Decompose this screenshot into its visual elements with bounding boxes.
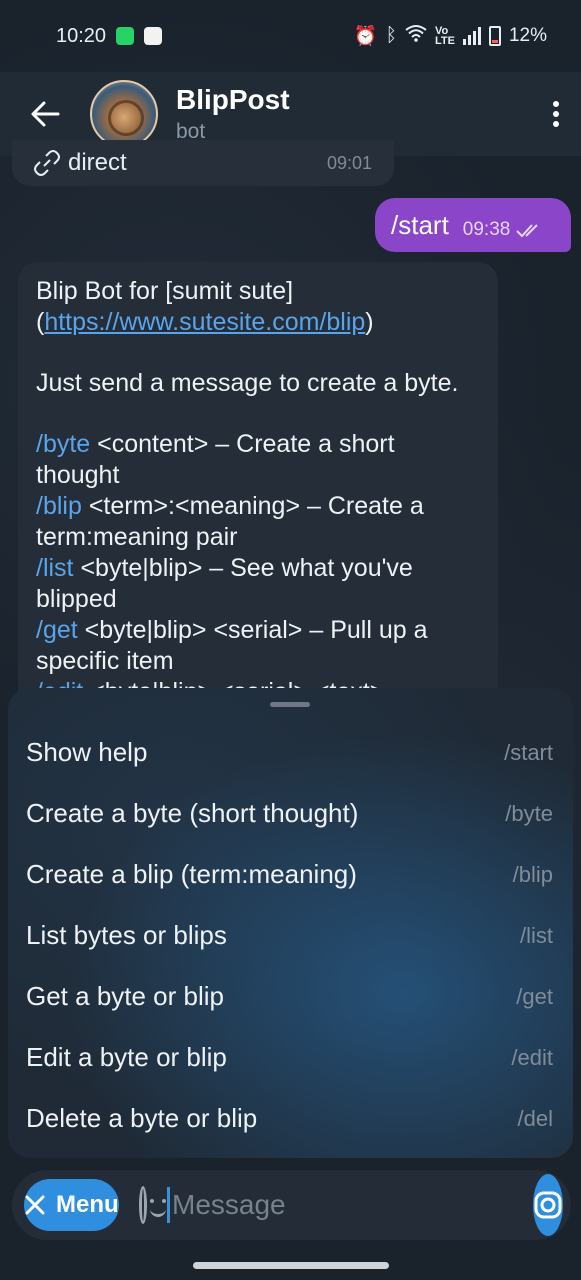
double-check-icon — [516, 224, 539, 238]
bot-command-line: /byte <content> – Create a short thought — [36, 430, 395, 489]
bot-link[interactable]: https://www.sutesite.com/blip — [44, 308, 365, 336]
bot-command-link[interactable]: /list — [36, 554, 74, 582]
emoji-icon[interactable] — [138, 1186, 167, 1224]
command-label: List bytes or blips — [26, 920, 227, 950]
command-item-byte[interactable]: Create a byte (short thought) /byte — [8, 783, 573, 844]
message-bubble-bot[interactable]: Blip Bot for [sumit sute](https://www.su… — [18, 262, 498, 702]
status-time: 10:20 — [56, 24, 107, 47]
bot-line: Just send a message to create a byte. — [36, 369, 459, 397]
command-label: Delete a byte or blip — [26, 1103, 258, 1133]
command-name: /byte — [505, 800, 553, 826]
message-text: direct — [68, 149, 127, 176]
message-input-bar: Menu — [12, 1170, 571, 1240]
bot-command-link[interactable]: /byte — [36, 430, 90, 458]
message-time: 09:38 — [462, 219, 511, 240]
command-item-start[interactable]: Show help /start — [8, 722, 573, 783]
wifi-icon — [405, 24, 427, 48]
command-label: Edit a byte or blip — [26, 1042, 227, 1072]
command-menu-sheet: Show help /start Create a byte (short th… — [8, 688, 573, 1158]
command-label: Show help — [26, 737, 148, 767]
slack-icon — [144, 27, 163, 45]
close-icon — [25, 1195, 45, 1215]
bot-command-line: /blip <term>:<meaning> – Create a term:m… — [36, 492, 424, 551]
bluetooth-icon: ᛒ — [385, 25, 397, 46]
command-item-edit[interactable]: Edit a byte or blip /edit — [8, 1027, 573, 1088]
menu-button-label: Menu — [56, 1191, 119, 1218]
command-label: Get a byte or blip — [26, 981, 224, 1011]
menu-button[interactable]: Menu — [24, 1179, 119, 1231]
volte-icon: Vo LTE — [435, 25, 455, 47]
command-name: /get — [516, 983, 553, 1009]
back-arrow-icon — [31, 101, 60, 127]
avatar[interactable] — [90, 80, 158, 148]
bot-command-link[interactable]: /blip — [36, 492, 82, 520]
command-item-blip[interactable]: Create a blip (term:meaning) /blip — [8, 844, 573, 905]
status-bar: 10:20 ⏰ ᛒ Vo LTE 12% — [0, 0, 581, 72]
chat-title-area[interactable]: BlipPost bot — [176, 84, 531, 144]
alarm-icon: ⏰ — [353, 26, 378, 47]
command-name: /blip — [512, 861, 553, 887]
battery-percent: 12% — [508, 25, 547, 46]
bot-command-link[interactable]: /get — [36, 616, 78, 644]
command-item-list[interactable]: List bytes or blips /list — [8, 905, 573, 966]
message-input[interactable] — [167, 1187, 533, 1223]
message-time: 09:01 — [326, 152, 372, 173]
command-name: /edit — [511, 1044, 553, 1070]
command-name: /start — [504, 739, 553, 765]
command-label: Create a byte (short thought) — [26, 798, 359, 828]
bot-intro: Blip Bot for [sumit sute](https://www.su… — [36, 277, 374, 336]
link-icon — [34, 150, 60, 176]
command-label: Create a blip (term:meaning) — [26, 859, 357, 889]
command-name: /list — [520, 922, 553, 948]
message-text: /start — [391, 209, 449, 240]
chat-title: BlipPost — [176, 84, 290, 115]
sheet-drag-handle[interactable] — [270, 702, 310, 707]
bot-command-line: /get <byte|blip> <serial> – Pull up a sp… — [36, 616, 428, 675]
battery-icon — [488, 26, 501, 46]
bot-command-line: /list <byte|blip> – See what you've blip… — [36, 554, 413, 613]
command-item-del[interactable]: Delete a byte or blip /del — [8, 1088, 573, 1149]
more-vertical-icon — [553, 101, 559, 127]
more-options-button[interactable] — [531, 72, 581, 156]
gesture-nav-bar[interactable] — [193, 1262, 389, 1269]
command-item-get[interactable]: Get a byte or blip /get — [8, 966, 573, 1027]
camera-icon — [534, 1191, 562, 1219]
whatsapp-icon — [116, 27, 135, 45]
message-bubble-incoming[interactable]: direct 09:01 — [12, 140, 394, 186]
message-bubble-outgoing[interactable]: /start 09:38 — [375, 198, 571, 252]
camera-button[interactable] — [533, 1174, 563, 1236]
signal-icon — [462, 27, 481, 45]
command-name: /del — [517, 1105, 553, 1131]
